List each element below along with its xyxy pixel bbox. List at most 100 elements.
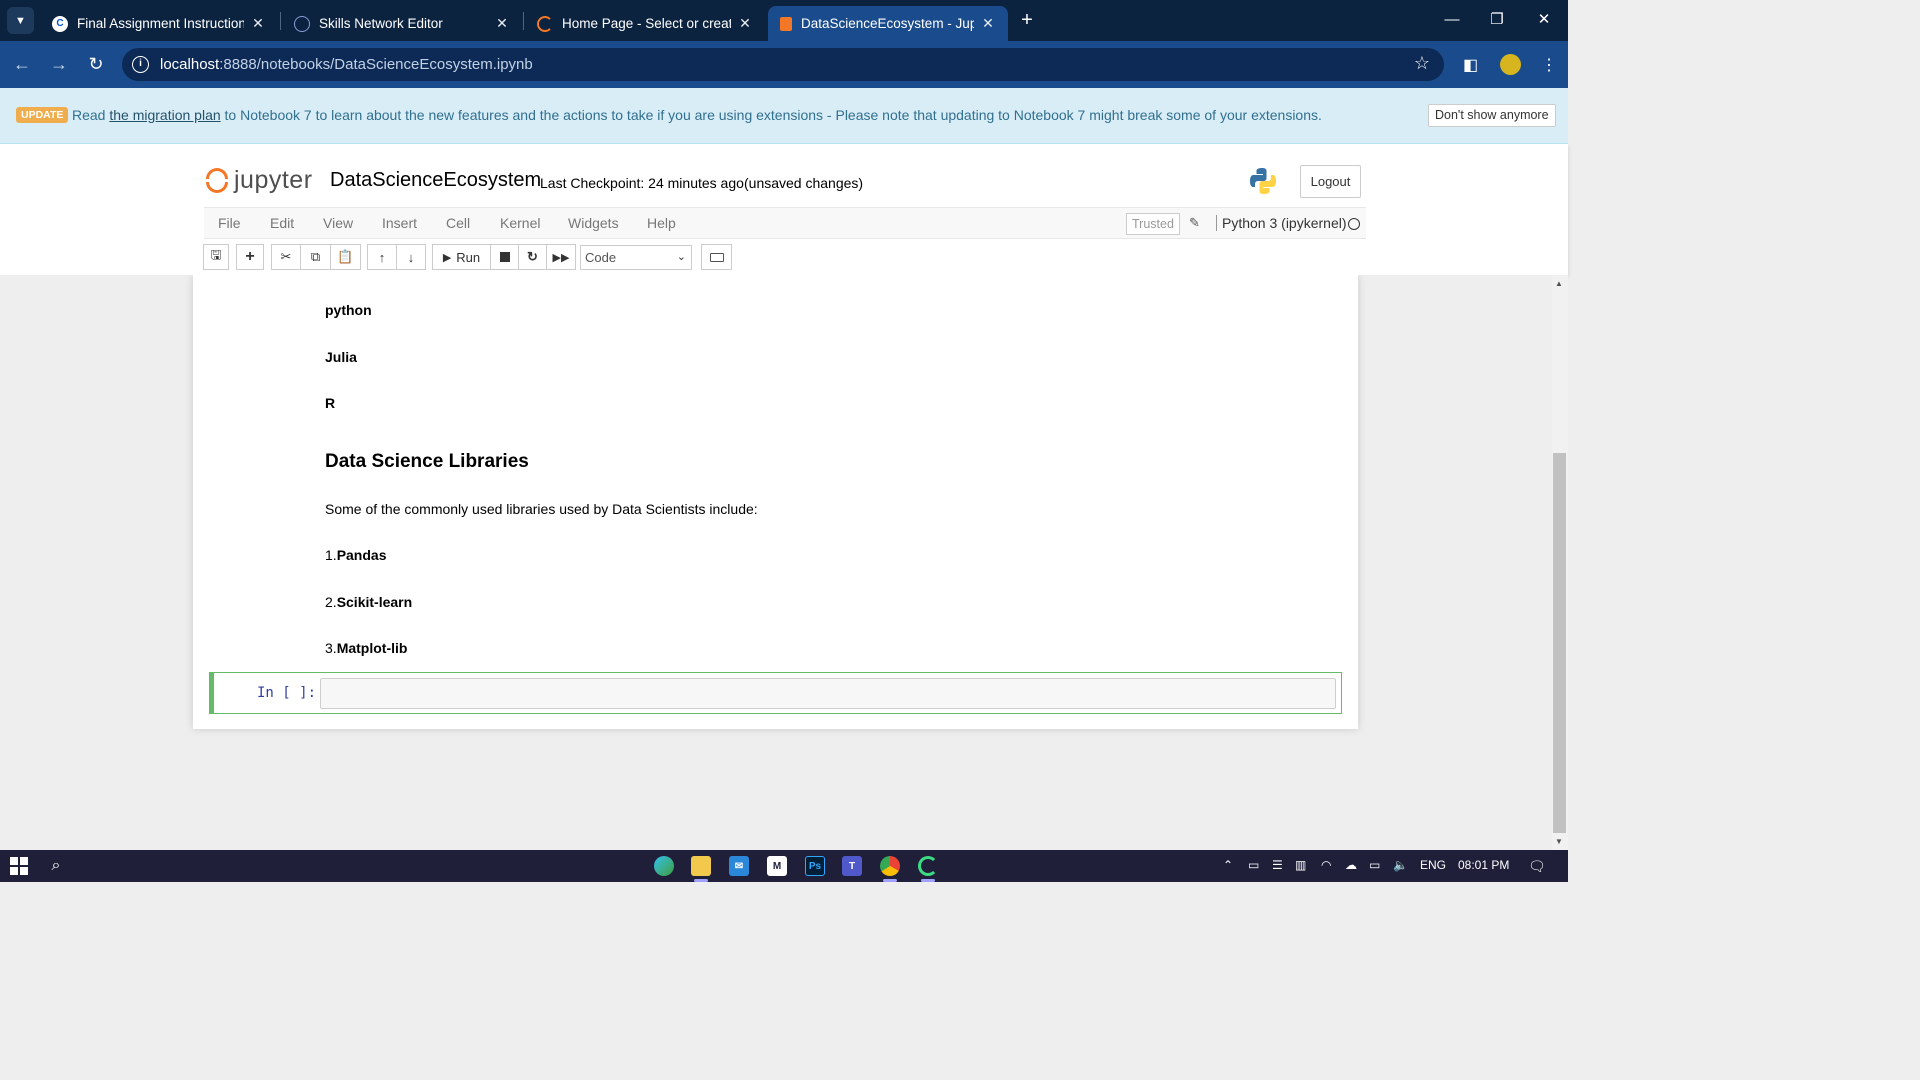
- menu-kernel[interactable]: Kernel: [500, 215, 540, 231]
- paste-button[interactable]: 📋: [330, 244, 361, 270]
- clock[interactable]: 08:01 PM: [1458, 858, 1509, 872]
- forward-button[interactable]: →: [47, 53, 71, 77]
- command-palette-button[interactable]: [701, 244, 732, 270]
- menu-help[interactable]: Help: [647, 215, 676, 231]
- photoshop-icon[interactable]: Ps: [805, 856, 825, 876]
- library-item: 3.Matplot-lib: [325, 640, 408, 656]
- notebook-container: python Julia R Data Science Libraries So…: [193, 275, 1358, 729]
- wifi-icon[interactable]: ◠: [1321, 858, 1331, 872]
- settings-sliders-icon[interactable]: ☰: [1272, 858, 1283, 872]
- info-icon[interactable]: i: [132, 56, 149, 73]
- menu-cell[interactable]: Cell: [446, 215, 470, 231]
- arrow-down-icon: ↓: [407, 249, 415, 265]
- tab-title: Skills Network Editor: [319, 16, 443, 31]
- copy-icon: ⧉: [310, 249, 321, 264]
- tab-search-button[interactable]: ▼: [7, 7, 34, 34]
- interrupt-button[interactable]: [490, 244, 519, 270]
- file-explorer-icon[interactable]: [691, 856, 711, 876]
- url-bar[interactable]: i localhost:8888/notebooks/DataScienceEc…: [122, 48, 1444, 81]
- notes-app-icon[interactable]: M: [767, 856, 787, 876]
- tray-overflow-icon[interactable]: ⌃: [1223, 858, 1233, 872]
- dont-show-anymore-button[interactable]: Don't show anymore: [1428, 104, 1556, 127]
- language-indicator[interactable]: ENG: [1420, 858, 1446, 872]
- scrollbar-thumb[interactable]: [1553, 453, 1566, 833]
- battery-icon[interactable]: ▭: [1369, 858, 1380, 872]
- menu-widgets[interactable]: Widgets: [568, 215, 619, 231]
- close-icon[interactable]: ✕: [737, 15, 753, 32]
- menu-edit[interactable]: Edit: [270, 215, 294, 231]
- cut-button[interactable]: ✂: [271, 244, 301, 270]
- windows-start-icon[interactable]: [9, 856, 29, 876]
- restart-kernel-button[interactable]: ↻: [518, 244, 547, 270]
- reload-button[interactable]: ↻: [84, 53, 108, 77]
- teams-icon[interactable]: T: [842, 856, 862, 876]
- restore-icon: ❐: [1490, 11, 1504, 28]
- edge-icon[interactable]: [654, 856, 674, 876]
- tab-final-assignment[interactable]: C Final Assignment Instructions: C ✕: [40, 6, 278, 41]
- tab-skills-network[interactable]: Skills Network Editor ✕: [282, 6, 522, 41]
- menu-bar: File Edit View Insert Cell Kernel Widget…: [204, 207, 1366, 239]
- taskbar-active-indicator: [921, 879, 935, 882]
- tab-datascience-ecosystem[interactable]: DataScienceEcosystem - Jupyte ✕: [768, 6, 1008, 41]
- fast-forward-icon: ▶▶: [552, 251, 570, 264]
- back-button[interactable]: ←: [10, 53, 34, 77]
- cloud-icon[interactable]: ☁: [1345, 858, 1357, 872]
- notebook-icon: [780, 16, 792, 31]
- notebook-name[interactable]: DataScienceEcosystem: [330, 169, 541, 192]
- menu-insert[interactable]: Insert: [382, 215, 417, 231]
- libraries-heading: Data Science Libraries: [325, 451, 529, 472]
- insert-cell-button[interactable]: +: [236, 244, 264, 270]
- library-item: 1.Pandas: [325, 547, 387, 563]
- scroll-down-icon[interactable]: ▼: [1555, 837, 1563, 846]
- close-icon[interactable]: ✕: [980, 15, 996, 32]
- menu-file[interactable]: File: [218, 215, 241, 231]
- kernel-name[interactable]: Python 3 (ipykernel): [1216, 215, 1347, 231]
- cell-type-select[interactable]: Code ⌄: [580, 245, 692, 270]
- chrome-icon[interactable]: [880, 856, 900, 876]
- app-tray-icon[interactable]: ▥: [1295, 858, 1306, 872]
- volume-icon[interactable]: 🔈: [1393, 858, 1408, 872]
- search-icon[interactable]: ⌕: [46, 856, 66, 876]
- app-loading-icon[interactable]: [918, 856, 938, 876]
- move-down-button[interactable]: ↓: [396, 244, 426, 270]
- mail-icon[interactable]: ✉: [729, 856, 749, 876]
- page-scrollbar[interactable]: ▲ ▼: [1552, 275, 1568, 850]
- scroll-up-icon[interactable]: ▲: [1555, 279, 1563, 288]
- copy-button[interactable]: ⧉: [300, 244, 331, 270]
- meet-now-icon[interactable]: ▭: [1248, 858, 1259, 872]
- new-tab-button[interactable]: +: [1016, 10, 1038, 32]
- tab-home-page[interactable]: Home Page - Select or create a ✕: [525, 6, 765, 41]
- bookmark-star-icon[interactable]: ☆: [1414, 53, 1430, 74]
- skills-network-icon: [294, 15, 310, 32]
- jupyter-logo[interactable]: jupyter: [206, 166, 313, 195]
- side-panel-icon[interactable]: ◧: [1463, 55, 1478, 75]
- close-window-button[interactable]: ✕: [1531, 8, 1557, 32]
- trusted-indicator[interactable]: Trusted: [1126, 213, 1180, 235]
- restart-run-all-button[interactable]: ▶▶: [546, 244, 576, 270]
- logout-button[interactable]: Logout: [1300, 165, 1361, 198]
- profile-avatar[interactable]: [1500, 54, 1521, 75]
- close-icon[interactable]: ✕: [494, 15, 510, 32]
- arrow-left-icon: ←: [13, 54, 31, 74]
- notifications-icon[interactable]: 🗨: [1528, 858, 1546, 875]
- save-button[interactable]: 🖫: [203, 244, 229, 270]
- chevron-down-icon: ⌄: [676, 251, 686, 263]
- cell-prompt: In [ ]:: [257, 685, 317, 701]
- taskbar-active-indicator: [883, 879, 897, 882]
- save-icon: 🖫: [210, 247, 222, 262]
- more-menu-icon[interactable]: ⋮: [1541, 55, 1557, 75]
- libraries-intro: Some of the commonly used libraries used…: [325, 501, 758, 517]
- jupyter-logo-icon: [206, 167, 230, 195]
- close-icon[interactable]: ✕: [250, 15, 266, 32]
- run-button[interactable]: ▶ Run: [432, 244, 491, 270]
- code-input-area[interactable]: [320, 678, 1336, 709]
- menu-view[interactable]: View: [323, 215, 353, 231]
- move-up-button[interactable]: ↑: [367, 244, 397, 270]
- migration-plan-link[interactable]: the migration plan: [109, 107, 220, 123]
- autosave-status: (unsaved changes): [744, 175, 864, 191]
- restore-button[interactable]: ❐: [1484, 8, 1510, 32]
- language-item: Julia: [325, 349, 357, 365]
- address-bar-row: ← → ↻ i localhost:8888/notebooks/DataSci…: [0, 41, 1568, 88]
- url-text[interactable]: localhost:8888/notebooks/DataScienceEcos…: [160, 56, 533, 73]
- minimize-button[interactable]: —: [1439, 8, 1465, 32]
